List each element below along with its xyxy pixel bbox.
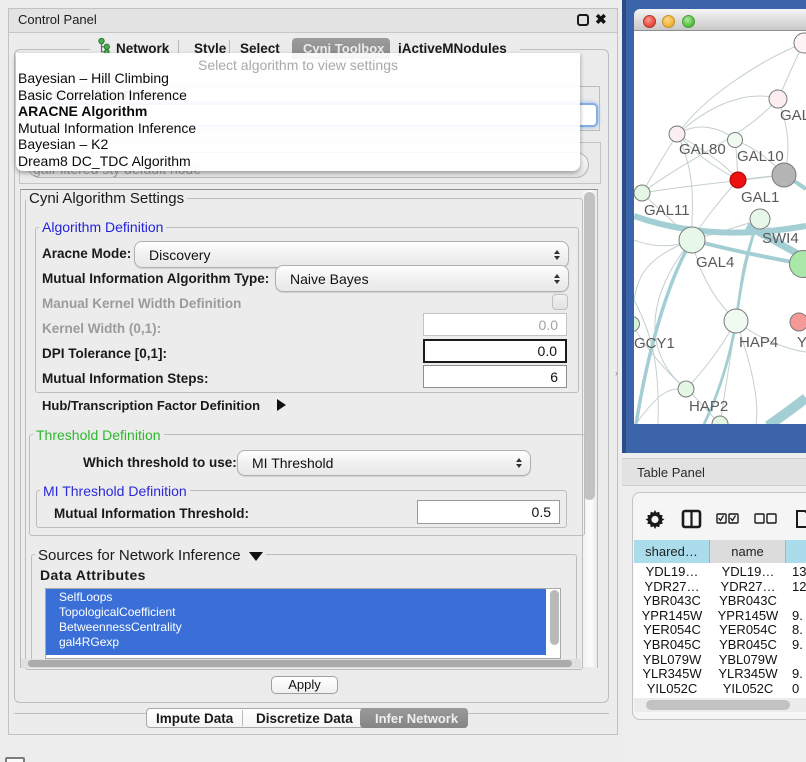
svg-text:GAL80: GAL80 — [679, 141, 726, 158]
svg-text:GAL: GAL — [780, 107, 806, 124]
svg-text:GCY1: GCY1 — [634, 335, 675, 352]
svg-text:HAP4: HAP4 — [739, 334, 778, 351]
svg-text:Y: Y — [797, 334, 806, 351]
svg-text:HAP2: HAP2 — [689, 398, 728, 415]
svg-text:GAL4: GAL4 — [696, 254, 734, 271]
svg-text:GAL10: GAL10 — [737, 148, 784, 165]
svg-text:GAL11: GAL11 — [644, 202, 690, 219]
svg-text:GAL1: GAL1 — [741, 189, 779, 206]
svg-text:SWI4: SWI4 — [762, 230, 799, 247]
